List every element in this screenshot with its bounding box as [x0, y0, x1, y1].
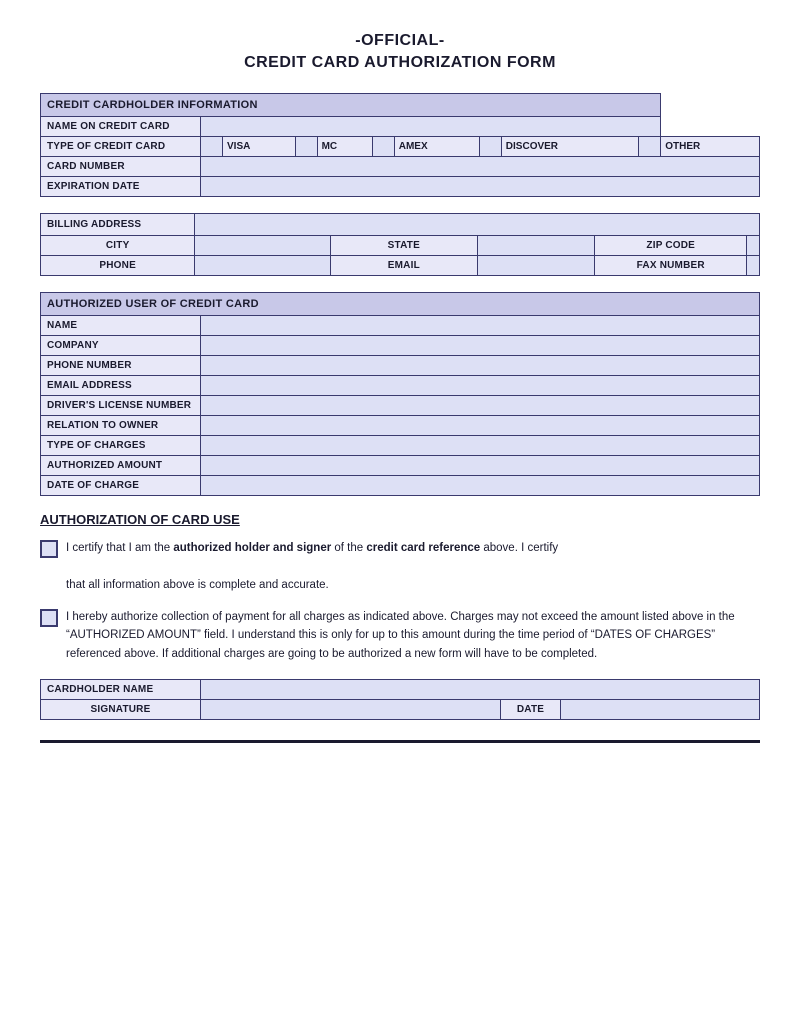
au-company-label: COMPANY: [41, 335, 201, 355]
visa-checkbox[interactable]: [201, 136, 223, 156]
cardholder-info-table: CREDIT CARDHOLDER INFORMATION NAME ON CR…: [40, 93, 760, 197]
expiration-value[interactable]: [201, 176, 760, 196]
city-value[interactable]: [195, 235, 330, 255]
state-value[interactable]: [478, 235, 595, 255]
fax-value[interactable]: [747, 255, 760, 275]
phone-label: PHONE: [41, 255, 195, 275]
authorized-section-header: AUTHORIZED USER OF CREDIT CARD: [41, 292, 760, 315]
card-number-value[interactable]: [201, 156, 760, 176]
billing-table: BILLING ADDRESS CITY STATE ZIP CODE PHON…: [40, 213, 760, 276]
name-value[interactable]: [201, 116, 661, 136]
mc-label: MC: [317, 136, 372, 156]
au-name-value[interactable]: [201, 315, 760, 335]
cert-block-1: I certify that I am the authorized holde…: [40, 539, 760, 594]
bottom-divider: [40, 740, 760, 743]
au-charges-label: TYPE OF CHARGES: [41, 435, 201, 455]
amex-checkbox[interactable]: [372, 136, 394, 156]
fax-label: FAX NUMBER: [595, 255, 747, 275]
au-drivers-label: DRIVER'S LICENSE NUMBER: [41, 395, 201, 415]
authorization-section: AUTHORIZATION OF CARD USE I certify that…: [40, 512, 760, 663]
au-phone-label: PHONE NUMBER: [41, 355, 201, 375]
cert1-checkbox[interactable]: [40, 540, 58, 558]
email-value[interactable]: [478, 255, 595, 275]
au-amount-value[interactable]: [201, 455, 760, 475]
cert1-text: I certify that I am the authorized holde…: [66, 539, 558, 594]
cert2-text: I hereby authorize collection of payment…: [66, 608, 760, 663]
signature-value[interactable]: [201, 700, 501, 720]
au-relation-label: RELATION TO OWNER: [41, 415, 201, 435]
authorization-title: AUTHORIZATION OF CARD USE: [40, 512, 760, 527]
zip-label: ZIP CODE: [595, 235, 747, 255]
au-company-value[interactable]: [201, 335, 760, 355]
cert-block-2: I hereby authorize collection of payment…: [40, 608, 760, 663]
city-label: CITY: [41, 235, 195, 255]
discover-label: DISCOVER: [501, 136, 638, 156]
other-label: OTHER: [661, 136, 760, 156]
cert2-checkbox[interactable]: [40, 609, 58, 627]
au-relation-value[interactable]: [201, 415, 760, 435]
au-date-value[interactable]: [201, 475, 760, 495]
state-label: STATE: [330, 235, 478, 255]
au-charges-value[interactable]: [201, 435, 760, 455]
au-amount-label: AUTHORIZED AMOUNT: [41, 455, 201, 475]
amex-label: AMEX: [394, 136, 479, 156]
au-name-label: NAME: [41, 315, 201, 335]
email-label: EMAIL: [330, 255, 478, 275]
discover-checkbox[interactable]: [479, 136, 501, 156]
phone-value[interactable]: [195, 255, 330, 275]
au-email-label: EMAIL ADDRESS: [41, 375, 201, 395]
mc-checkbox[interactable]: [295, 136, 317, 156]
signature-label: SIGNATURE: [41, 700, 201, 720]
cardholder-name-value[interactable]: [201, 680, 760, 700]
au-phone-value[interactable]: [201, 355, 760, 375]
cardholder-section-header: CREDIT CARDHOLDER INFORMATION: [41, 93, 661, 116]
billing-section-header: BILLING ADDRESS: [41, 213, 195, 235]
cardholder-name-label: CARDHOLDER NAME: [41, 680, 201, 700]
card-number-label: CARD NUMBER: [41, 156, 201, 176]
au-email-value[interactable]: [201, 375, 760, 395]
au-drivers-value[interactable]: [201, 395, 760, 415]
billing-address-value[interactable]: [195, 213, 760, 235]
name-label: NAME ON CREDIT CARD: [41, 116, 201, 136]
other-checkbox[interactable]: [639, 136, 661, 156]
authorized-user-table: AUTHORIZED USER OF CREDIT CARD NAME COMP…: [40, 292, 760, 496]
visa-label: VISA: [223, 136, 296, 156]
zip-value[interactable]: [747, 235, 760, 255]
date-value[interactable]: [561, 700, 760, 720]
signature-table: CARDHOLDER NAME SIGNATURE DATE: [40, 679, 760, 720]
date-label: DATE: [501, 700, 561, 720]
type-label: TYPE OF CREDIT CARD: [41, 136, 201, 156]
au-date-label: DATE OF CHARGE: [41, 475, 201, 495]
expiration-label: EXPIRATION DATE: [41, 176, 201, 196]
page-title: -OFFICIAL- CREDIT CARD AUTHORIZATION FOR…: [40, 30, 760, 75]
